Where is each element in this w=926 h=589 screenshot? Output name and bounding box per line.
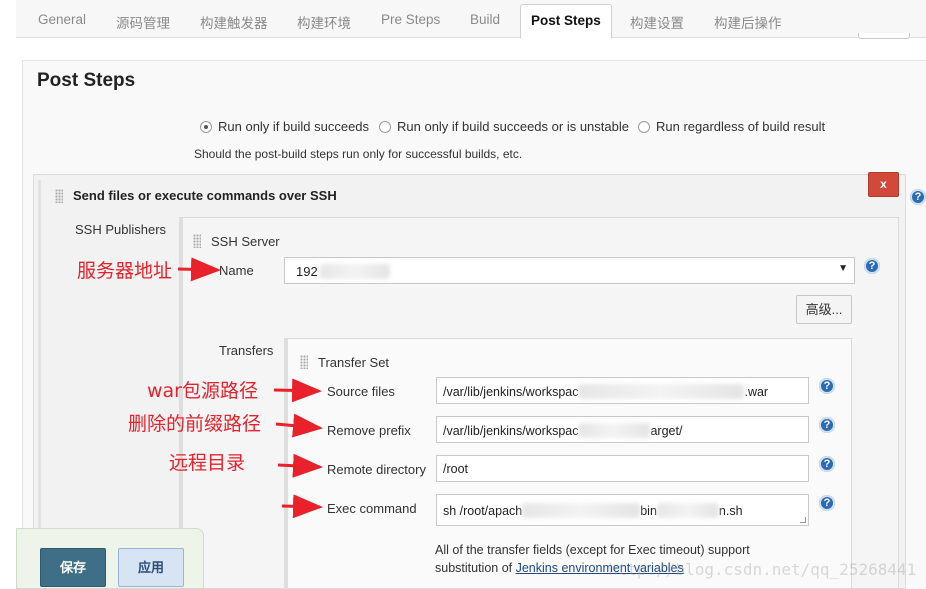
- source-files-value-prefix: /var/lib/jenkins/workspac: [443, 385, 579, 399]
- tab-build-settings[interactable]: 构建设置: [630, 12, 684, 32]
- annotation-war-source: war包源路径: [147, 380, 258, 402]
- exec-command-value-prefix: sh /root/apach: [443, 504, 523, 518]
- source-files-input[interactable]: /var/lib/jenkins/workspac .war: [436, 377, 809, 404]
- transfers-label: Transfers: [219, 343, 274, 358]
- help-icon[interactable]: ?: [864, 258, 880, 274]
- radio-run-regardless[interactable]: Run regardless of build result: [638, 119, 825, 134]
- resize-handle-icon[interactable]: [800, 517, 806, 523]
- help-icon[interactable]: ?: [819, 378, 835, 394]
- tab-bar-edge: [858, 33, 910, 39]
- tab-pre-steps[interactable]: Pre Steps: [381, 12, 440, 27]
- exec-command-label: Exec command: [327, 501, 417, 516]
- exec-command-value-suffix: n.sh: [718, 504, 743, 518]
- remove-prefix-label: Remove prefix: [327, 423, 411, 438]
- remove-prefix-input[interactable]: /var/lib/jenkins/workspac arget/: [436, 416, 809, 443]
- builder-title: Send files or execute commands over SSH: [73, 188, 337, 203]
- radio-unchecked-icon[interactable]: [379, 121, 391, 133]
- note-prefix: substitution of: [435, 561, 516, 575]
- radio-checked-icon[interactable]: [200, 121, 212, 133]
- dropdown-caret-icon: ▼: [838, 263, 848, 274]
- source-files-value-suffix: .war: [744, 385, 769, 399]
- ssh-publishers-label: SSH Publishers: [75, 222, 167, 237]
- remote-directory-input[interactable]: /root: [436, 455, 809, 482]
- apply-button[interactable]: 应用: [118, 548, 184, 587]
- remove-prefix-value-suffix: arget/: [650, 424, 683, 438]
- ssh-server-name-select[interactable]: 192 ▼: [284, 257, 855, 284]
- redacted-blur: [578, 384, 745, 399]
- help-icon[interactable]: ?: [819, 456, 835, 472]
- drag-handle-icon[interactable]: [300, 355, 308, 369]
- redacted-blur: [578, 423, 651, 438]
- drag-handle-icon[interactable]: [193, 234, 201, 248]
- tab-build[interactable]: Build: [470, 12, 500, 27]
- tab-build-environment[interactable]: 构建环境: [297, 12, 351, 32]
- radio-label: Run only if build succeeds: [218, 119, 370, 134]
- save-button[interactable]: 保存: [40, 548, 106, 587]
- annotation-remove-prefix: 删除的前缀路径: [128, 413, 262, 435]
- post-steps-help-text: Should the post-build steps run only for…: [194, 147, 523, 161]
- tab-post-steps[interactable]: Post Steps: [520, 4, 612, 39]
- radio-label: Run regardless of build result: [656, 119, 826, 134]
- advanced-button[interactable]: 高级...: [796, 295, 852, 324]
- ssh-server-label: SSH Server: [211, 234, 280, 249]
- redacted-blur: [656, 503, 719, 518]
- radio-run-if-unstable[interactable]: Run only if build succeeds or is unstabl…: [379, 119, 629, 134]
- page-title: Post Steps: [37, 70, 136, 91]
- watermark: http://blog.csdn.net/qq_25268441: [608, 560, 917, 579]
- name-label: Name: [219, 263, 254, 278]
- radio-label: Run only if build succeeds or is unstabl…: [397, 119, 629, 134]
- redacted-blur: [319, 264, 390, 279]
- help-icon[interactable]: ?: [819, 495, 835, 511]
- annotation-remote-dir: 远程目录: [169, 452, 246, 474]
- exec-command-textarea[interactable]: sh /root/apach bin n.sh: [436, 494, 809, 526]
- delete-builder-button[interactable]: x: [868, 172, 899, 197]
- transfer-set-label: Transfer Set: [318, 355, 390, 370]
- remote-directory-label: Remote directory: [327, 462, 426, 477]
- drag-handle-icon[interactable]: [55, 189, 63, 203]
- tab-post-build-actions[interactable]: 构建后操作: [714, 12, 782, 32]
- annotation-server-address: 服务器地址: [77, 260, 173, 282]
- tab-source-management[interactable]: 源码管理: [116, 12, 170, 32]
- remove-prefix-value-prefix: /var/lib/jenkins/workspac: [443, 424, 579, 438]
- exec-command-value-middle: bin: [640, 504, 657, 518]
- tab-general[interactable]: General: [38, 12, 86, 27]
- redacted-blur: [522, 503, 641, 518]
- ssh-server-name-value: 192: [296, 264, 318, 279]
- source-files-label: Source files: [327, 384, 395, 399]
- tab-build-triggers[interactable]: 构建触发器: [200, 12, 268, 32]
- note-line-1: All of the transfer fields (except for E…: [435, 543, 750, 557]
- help-icon[interactable]: ?: [910, 189, 926, 205]
- radio-unchecked-icon[interactable]: [638, 121, 650, 133]
- help-icon[interactable]: ?: [819, 417, 835, 433]
- radio-run-if-succeeds[interactable]: Run only if build succeeds: [200, 119, 369, 134]
